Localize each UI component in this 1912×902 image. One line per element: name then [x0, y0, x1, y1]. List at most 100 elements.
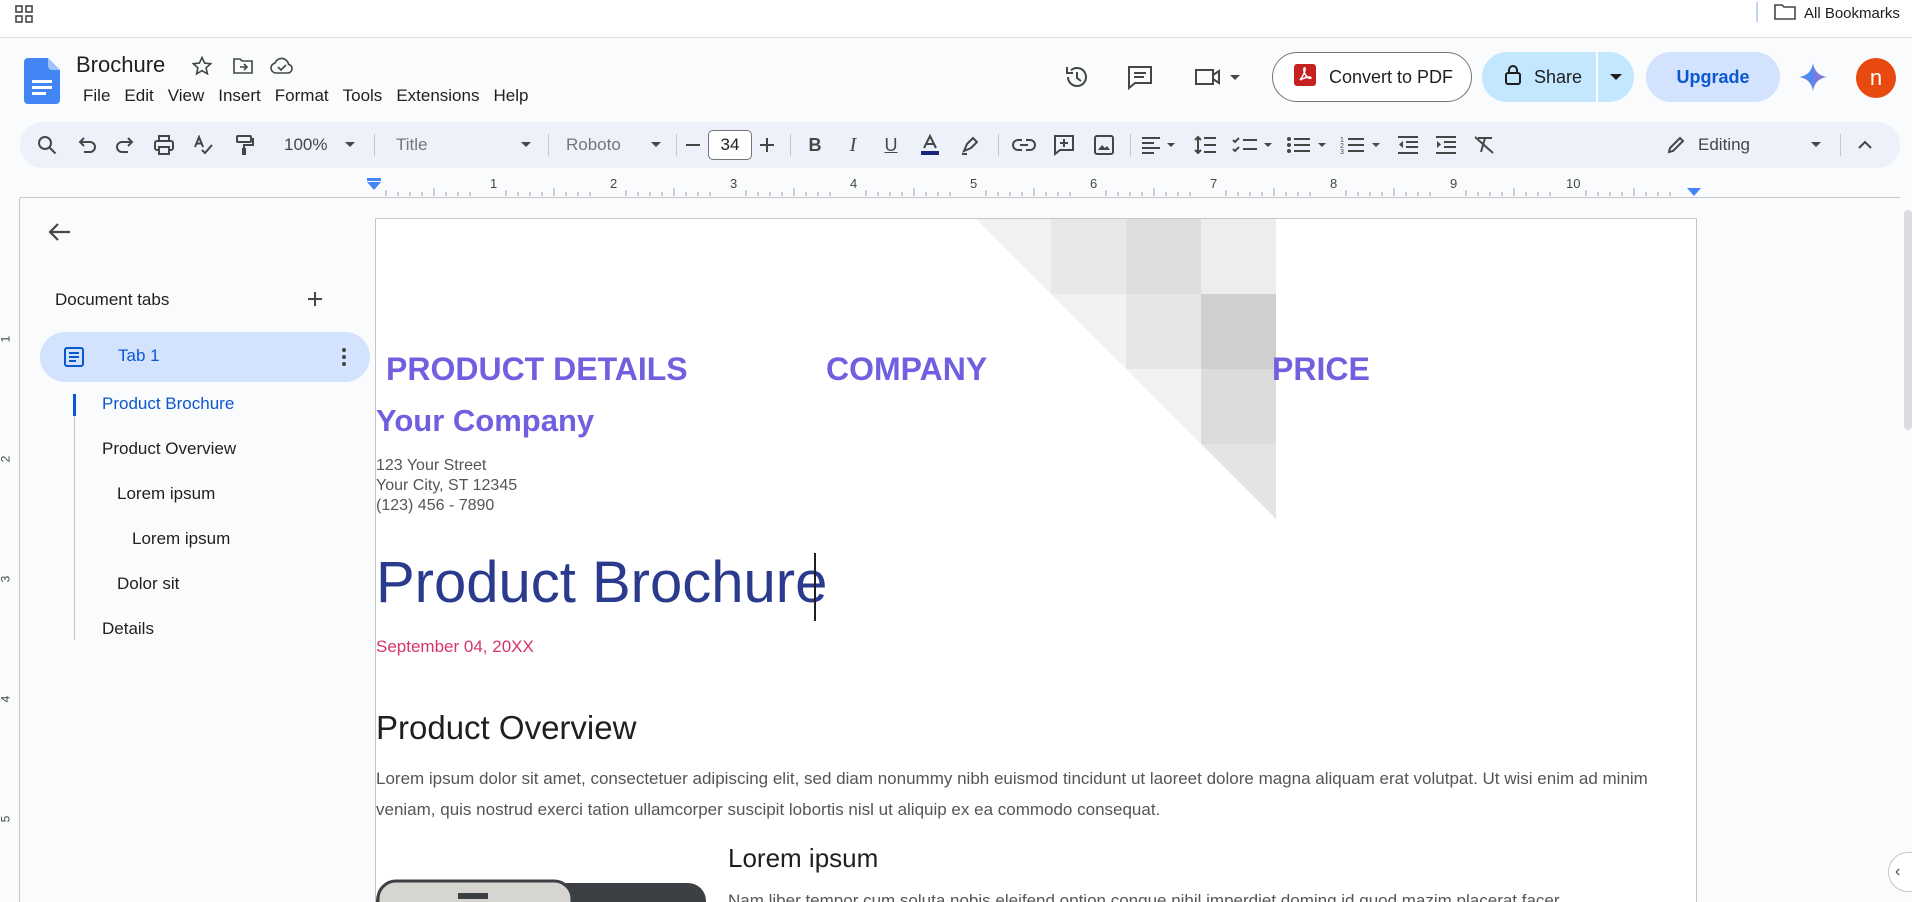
menu-help[interactable]: Help [486, 84, 535, 108]
chevron-down-icon [345, 142, 355, 147]
document-title[interactable]: Brochure [76, 52, 165, 78]
add-comment-icon[interactable] [1048, 122, 1080, 168]
line-spacing-icon[interactable] [1188, 122, 1224, 168]
undo-icon[interactable] [72, 122, 102, 168]
text-color-icon[interactable] [914, 122, 946, 168]
increase-font-size-icon[interactable] [754, 122, 780, 168]
bold-icon[interactable]: B [800, 122, 830, 168]
ruler-ticks [367, 178, 1701, 196]
right-indent-marker [1687, 188, 1701, 196]
redo-icon[interactable] [110, 122, 140, 168]
ruler-number: 10 [1566, 176, 1581, 191]
menu-tools[interactable]: Tools [336, 84, 390, 108]
document-date: September 04, 20XX [376, 637, 534, 656]
menu-edit[interactable]: Edit [117, 84, 160, 108]
hide-menus-chevron-up-icon[interactable] [1850, 122, 1880, 168]
upgrade-button[interactable]: Upgrade [1646, 52, 1780, 102]
toolbar-divider [1840, 134, 1841, 156]
toolbar-divider [548, 134, 549, 156]
apps-grid-icon[interactable] [14, 4, 34, 24]
side-panel-toggle-chevron-left-icon[interactable]: ‹ [1888, 852, 1912, 892]
numbered-list-icon[interactable]: 123 [1338, 122, 1386, 168]
decrease-indent-icon[interactable] [1392, 122, 1424, 168]
menu-insert[interactable]: Insert [211, 84, 268, 108]
chevron-down-icon [521, 142, 531, 147]
insert-image-icon[interactable] [1088, 122, 1120, 168]
toolbar-divider [998, 134, 999, 156]
toolbar-divider [790, 134, 791, 156]
increase-indent-icon[interactable] [1430, 122, 1462, 168]
vertical-ruler-number: 1 [0, 336, 12, 343]
star-icon[interactable] [190, 54, 214, 78]
overview-paragraph: Lorem ipsum dolor sit amet, consectetuer… [376, 769, 1648, 819]
font-size-input[interactable]: 34 [708, 130, 752, 160]
chevron-down-icon [651, 142, 661, 147]
spellcheck-icon[interactable] [188, 122, 220, 168]
paint-format-icon[interactable] [228, 122, 260, 168]
share-dropdown-icon[interactable] [1598, 52, 1634, 102]
print-icon[interactable] [148, 122, 180, 168]
version-history-icon[interactable] [1060, 60, 1094, 94]
share-button[interactable]: Share [1482, 52, 1596, 102]
svg-text:3: 3 [1340, 149, 1344, 154]
outline-item-dolor-sit[interactable]: Dolor sit [117, 574, 179, 594]
underline-icon[interactable]: U [876, 122, 906, 168]
document-tab-icon [62, 345, 86, 369]
add-tab-icon[interactable] [302, 286, 328, 312]
cloud-saved-icon[interactable] [270, 54, 294, 78]
meet-video-icon[interactable] [1190, 60, 1246, 94]
bulleted-list-icon[interactable] [1284, 122, 1332, 168]
document-tabs-heading: Document tabs [55, 290, 170, 309]
highlight-color-icon[interactable] [954, 122, 986, 168]
lorem-ipsum-paragraph: Nam liber tempor cum soluta nobis eleife… [728, 891, 1560, 902]
editing-mode-select[interactable]: Editing [1656, 122, 1828, 168]
insert-link-icon[interactable] [1008, 122, 1040, 168]
text-cursor [814, 553, 816, 621]
comments-icon[interactable] [1123, 60, 1157, 94]
outline-item-lorem-ipsum-sub[interactable]: Lorem ipsum [132, 529, 230, 549]
outline-item-product-overview[interactable]: Product Overview [102, 439, 236, 459]
move-folder-icon[interactable] [231, 54, 255, 78]
clear-formatting-icon[interactable] [1468, 122, 1500, 168]
search-menus-icon[interactable] [32, 122, 62, 168]
vertical-ruler-number: 2 [0, 456, 12, 463]
more-options-icon[interactable] [332, 345, 356, 369]
convert-to-pdf-button[interactable]: Convert to PDF [1272, 52, 1472, 102]
address-phone: (123) 456 - 7890 [376, 497, 495, 514]
back-arrow-icon[interactable] [46, 218, 74, 246]
chevron-down-icon [1811, 142, 1821, 147]
product-image [376, 879, 706, 902]
bookmarks-divider [1756, 2, 1758, 22]
align-icon[interactable] [1138, 122, 1182, 168]
tab-1[interactable]: Tab 1 [40, 332, 370, 382]
decrease-font-size-icon[interactable] [680, 122, 706, 168]
zoom-select[interactable]: 100% [278, 122, 362, 168]
menu-file[interactable]: File [76, 84, 117, 108]
font-select[interactable]: Roboto [556, 122, 672, 168]
left-indent-marker [367, 182, 381, 190]
column-company: COMPANY [826, 351, 988, 387]
bookmarks-bar: All Bookmarks [0, 0, 1912, 38]
outline-item-product-brochure[interactable]: Product Brochure [102, 394, 234, 414]
gemini-icon[interactable] [1798, 62, 1828, 92]
outline-item-details[interactable]: Details [102, 619, 154, 639]
docs-logo-icon[interactable] [24, 58, 60, 104]
vertical-ruler[interactable]: 1 2 3 4 5 [0, 198, 20, 902]
avatar[interactable]: n [1856, 58, 1896, 98]
document-page[interactable]: PRODUCT DETAILS COMPANY PRICE Your Compa… [375, 218, 1697, 902]
checklist-icon[interactable] [1230, 122, 1278, 168]
italic-icon[interactable]: I [838, 122, 868, 168]
menu-extensions[interactable]: Extensions [389, 84, 486, 108]
lorem-ipsum-heading: Lorem ipsum [728, 843, 879, 873]
ruler-number: 7 [1210, 176, 1218, 191]
menu-format[interactable]: Format [268, 84, 336, 108]
vertical-scrollbar[interactable] [1904, 210, 1912, 430]
menu-view[interactable]: View [161, 84, 212, 108]
horizontal-ruler[interactable]: 1 2 3 4 5 6 7 8 9 10 [0, 176, 1912, 198]
outline-item-lorem-ipsum[interactable]: Lorem ipsum [117, 484, 215, 504]
ruler-number: 9 [1450, 176, 1458, 191]
all-bookmarks-button[interactable]: All Bookmarks [1774, 2, 1900, 24]
paragraph-style-select[interactable]: Title [386, 122, 542, 168]
pdf-icon [1293, 63, 1317, 92]
ruler-number: 2 [610, 176, 618, 191]
